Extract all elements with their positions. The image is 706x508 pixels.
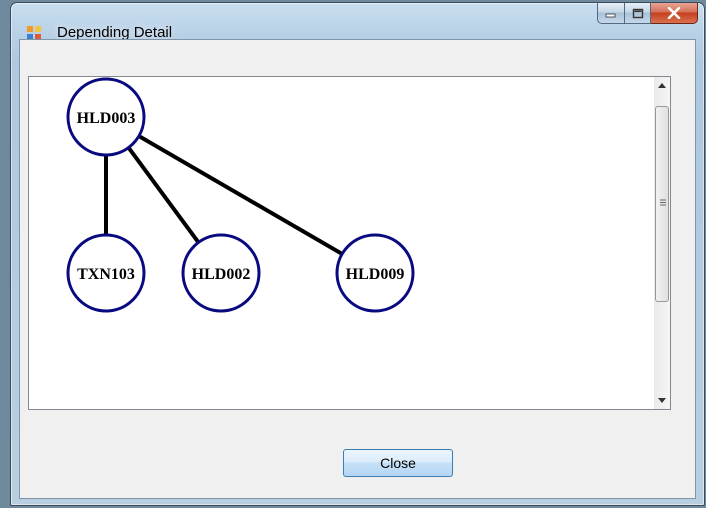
close-window-button[interactable]: [651, 3, 698, 24]
node-label: HLD003: [77, 110, 136, 127]
graph-node-hld002[interactable]: HLD002: [181, 233, 261, 313]
dependency-graph: HLD003 TXN103 HLD002 HLD009: [66, 77, 415, 313]
close-icon: [667, 7, 681, 19]
caption-buttons: [597, 3, 698, 25]
minimize-icon: [605, 13, 616, 18]
scroll-up-button[interactable]: [654, 77, 670, 94]
maximize-icon: [632, 8, 643, 18]
scroll-thumb[interactable]: [655, 106, 669, 302]
client-area: HLD003 TXN103 HLD002 HLD009 Close: [19, 39, 696, 499]
graph-node-hld003[interactable]: HLD003: [66, 77, 146, 157]
node-label: HLD009: [346, 266, 405, 283]
vertical-scrollbar[interactable]: [654, 76, 671, 410]
maximize-button[interactable]: [625, 3, 651, 24]
graph-node-hld009[interactable]: HLD009: [335, 233, 415, 313]
dependency-graph-panel: HLD003 TXN103 HLD002 HLD009: [28, 76, 654, 410]
close-button[interactable]: Close: [343, 449, 453, 477]
node-label: HLD002: [192, 266, 251, 283]
node-label: TXN103: [77, 266, 135, 283]
minimize-button[interactable]: [597, 3, 625, 24]
graph-node-txn103[interactable]: TXN103: [66, 233, 146, 313]
scroll-down-button[interactable]: [654, 392, 670, 409]
arrow-down-icon: [658, 398, 666, 403]
dialog-window: Depending Detail HLD003 TXN103 HLD002 HLD00…: [10, 2, 705, 506]
grip-icon: [660, 199, 666, 206]
arrow-up-icon: [658, 83, 666, 88]
